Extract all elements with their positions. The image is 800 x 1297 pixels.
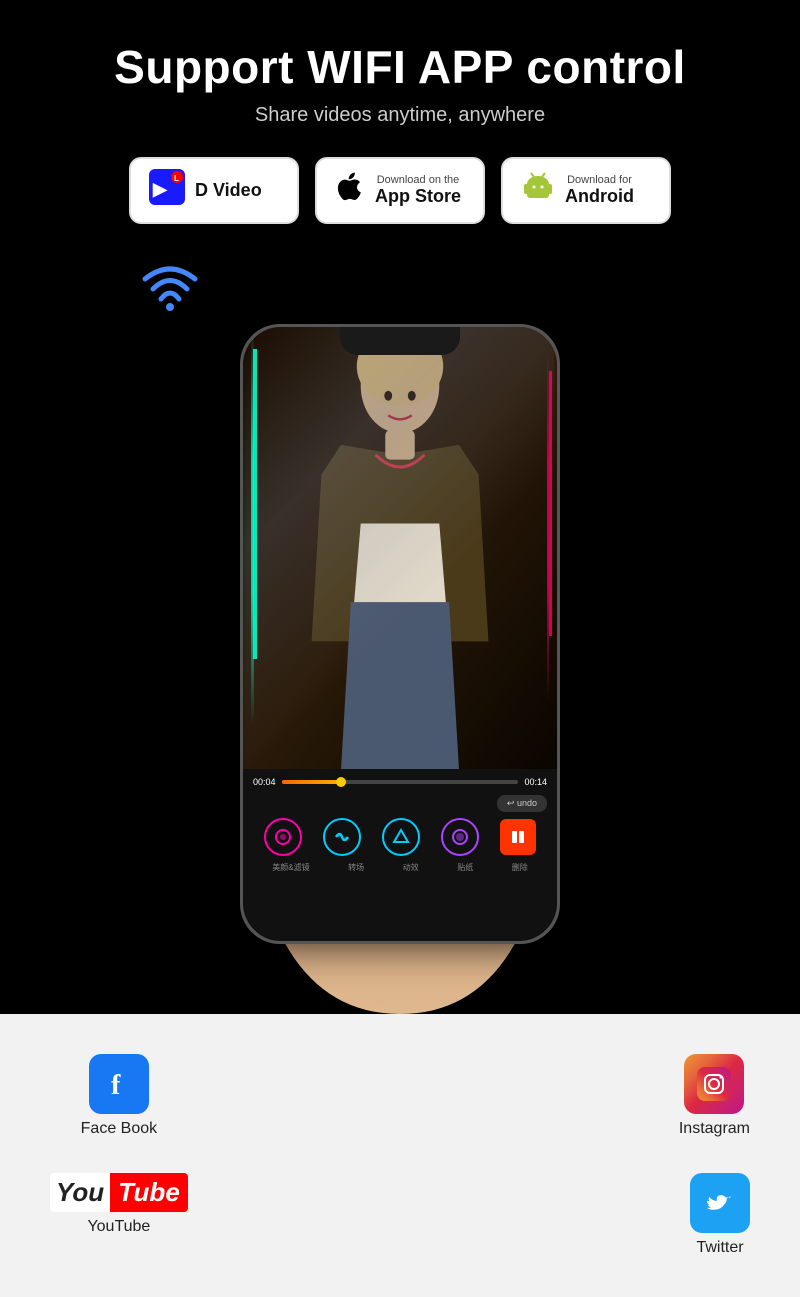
apple-icon [335,172,365,209]
twitter-icon[interactable] [690,1173,750,1233]
right-socials: Instagram Twitter [679,1034,750,1257]
appstore-button[interactable]: Download on the App Store [315,157,485,224]
control-buttons [253,818,547,856]
wifi-area [20,254,780,314]
phone-notch [340,327,460,355]
filter-btn-5[interactable] [500,819,536,855]
video-controls: 00:04 00:14 ↩ undo [243,769,557,941]
facebook-icon[interactable]: f [89,1054,149,1114]
wifi-icon [140,254,200,314]
social-section: f Face Book YouTube YouTube [0,1014,800,1297]
app-buttons-row: ▶ L D Video Download on the App Store [20,157,780,224]
fashion-photo [243,327,557,769]
progress-bar-row: 00:04 00:14 [253,777,547,787]
filter-btn-2[interactable] [323,818,361,856]
svg-text:L: L [174,174,179,183]
twitter-label: Twitter [696,1239,743,1257]
progress-thumb [336,777,346,787]
phone-float: 00:04 00:14 ↩ undo [0,314,800,944]
page-title: Support WIFI APP control [20,40,780,94]
android-button[interactable]: Download for Android [501,157,671,224]
filter-btn-4[interactable] [441,818,479,856]
dvideo-button[interactable]: ▶ L D Video [129,157,299,224]
youtube-you: You [50,1173,110,1212]
page-container: Support WIFI APP control Share videos an… [0,0,800,1297]
page-subtitle: Share videos anytime, anywhere [20,104,780,127]
youtube-tube: Tube [110,1173,188,1212]
twitter-entry: Twitter [690,1173,750,1257]
phone-frame: 00:04 00:14 ↩ undo [240,324,560,944]
progress-track[interactable] [282,780,519,784]
facebook-entry: f Face Book [50,1054,188,1138]
svg-text:▶: ▶ [152,179,168,199]
phone-section: 00:04 00:14 ↩ undo [0,314,800,1014]
top-section: Support WIFI APP control Share videos an… [0,0,800,314]
glitch-pink [549,371,552,636]
person-svg [243,327,557,769]
svg-text:f: f [111,1070,121,1101]
dvideo-icon: ▶ L [149,169,185,212]
facebook-label: Face Book [81,1120,157,1138]
filter-btn-3[interactable] [382,818,420,856]
progress-fill [282,780,341,784]
dvideo-label: D Video [195,180,262,201]
android-icon [521,170,555,211]
filter-btn-1[interactable] [264,818,302,856]
youtube-label: YouTube [87,1218,150,1236]
youtube-entry: YouTube YouTube [50,1173,188,1236]
android-text: Download for Android [565,174,634,207]
time-start: 00:04 [253,777,276,787]
left-socials: f Face Book YouTube YouTube [50,1034,188,1236]
instagram-icon[interactable] [684,1054,744,1114]
appstore-text: Download on the App Store [375,174,461,207]
instagram-entry: Instagram [679,1054,750,1138]
youtube-icon[interactable]: YouTube [50,1173,188,1212]
phone-screen: 00:04 00:14 ↩ undo [243,327,557,941]
time-end: 00:14 [524,777,547,787]
instagram-label: Instagram [679,1120,750,1138]
